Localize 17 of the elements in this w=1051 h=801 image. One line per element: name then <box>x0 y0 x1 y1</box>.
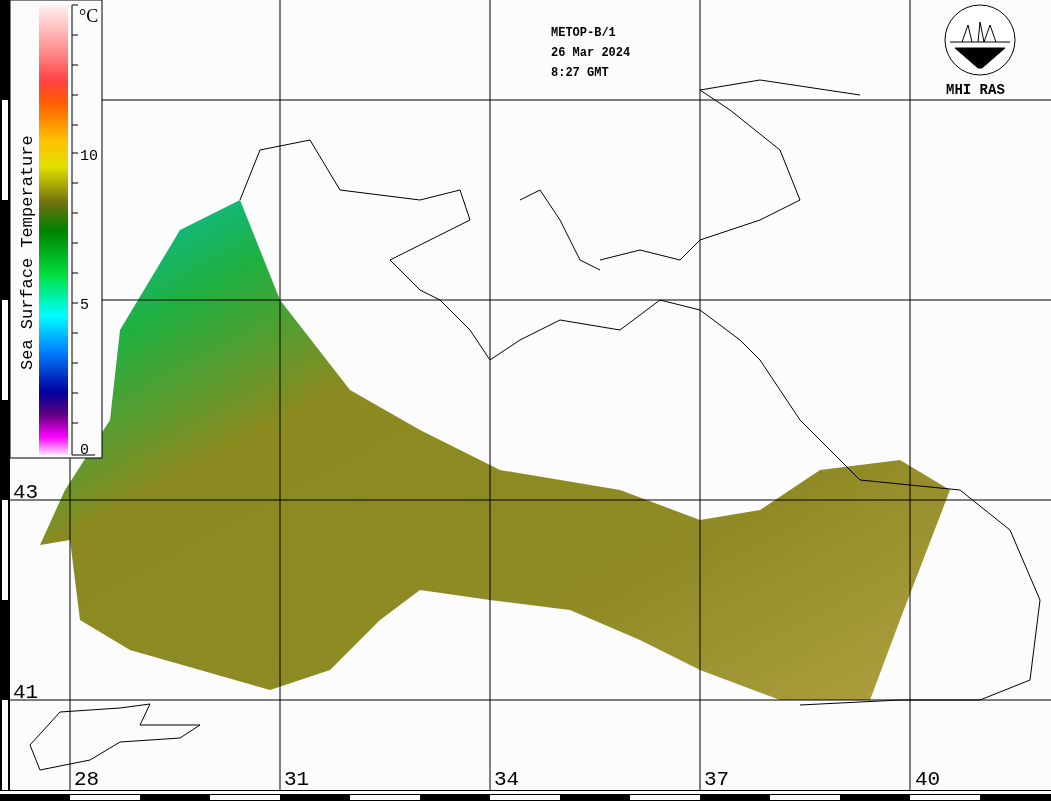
longitude-label: 34 <box>494 768 520 791</box>
latitude-label: 43 <box>13 481 39 504</box>
logo-text: MHI RAS <box>946 82 1005 98</box>
longitude-label: 37 <box>704 768 730 791</box>
scale-tick-label: 10 <box>80 148 98 165</box>
logo-emblem <box>944 4 1016 76</box>
latitude-label: 41 <box>13 681 39 704</box>
scale-tick-label: 0 <box>80 442 89 459</box>
longitude-label: 31 <box>284 768 310 791</box>
image-date: 26 Mar 2024 <box>551 46 631 60</box>
longitude-label: 40 <box>915 768 941 791</box>
longitude-label: 28 <box>74 768 100 791</box>
image-time: 8:27 GMT <box>551 66 609 80</box>
scale-tick-label: 5 <box>80 297 89 314</box>
legend-title: Sea Surface Temperature <box>18 135 37 370</box>
satellite-name: METOP-B/1 <box>551 26 616 40</box>
unit-label: °C <box>79 6 99 26</box>
